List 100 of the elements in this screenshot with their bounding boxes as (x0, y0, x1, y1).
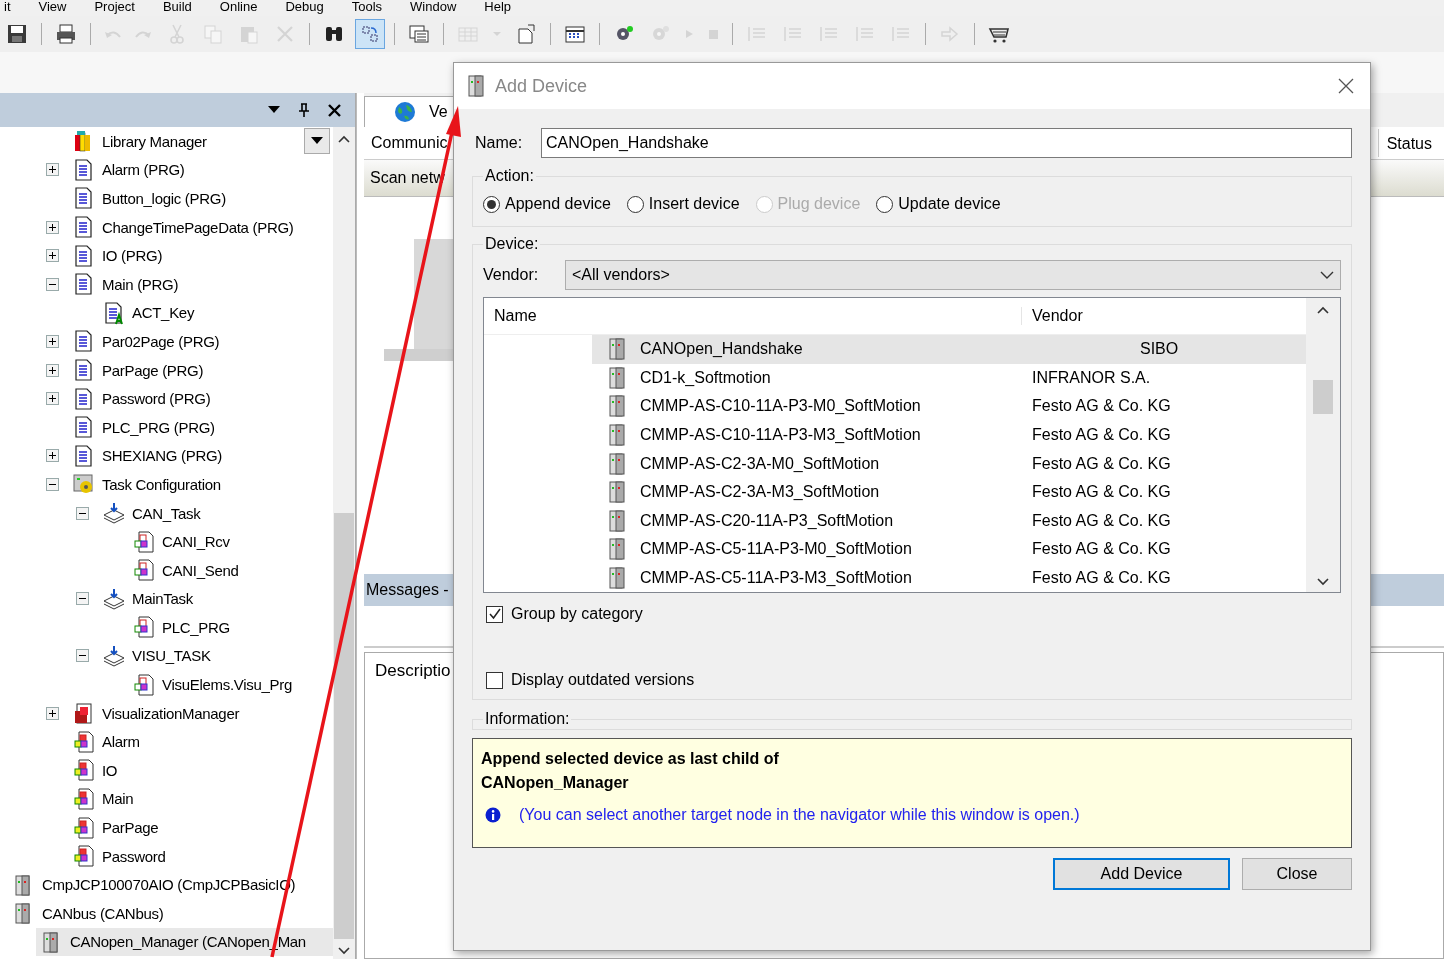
device-icon (467, 75, 487, 97)
tree-item[interactable]: Main (0, 784, 333, 814)
tree-item[interactable]: Alarm (PRG) (0, 155, 333, 185)
expander-icon[interactable] (46, 277, 59, 291)
expander-icon[interactable] (46, 449, 59, 463)
tree-item[interactable]: ChangeTimePageData (PRG) (0, 212, 333, 242)
scroll-thumb[interactable] (1313, 380, 1333, 414)
checkbox[interactable] (486, 671, 503, 689)
radio-option[interactable]: Update device (876, 195, 1001, 213)
expander-icon[interactable] (46, 249, 59, 263)
device-row[interactable]: CMMP-AS-C2-3A-M3_SoftMotion Festo AG & Co. KG (484, 477, 1306, 507)
radio-option[interactable]: Insert device (626, 195, 740, 213)
checkbox[interactable] (486, 605, 503, 623)
scroll-up-icon[interactable] (1317, 306, 1329, 314)
checkbox-option[interactable]: Display outdated versions (486, 671, 1341, 689)
close-button[interactable]: Close (1242, 858, 1352, 890)
expander-icon[interactable] (76, 592, 89, 606)
device-row[interactable]: CMMP-AS-C20-11A-P3_SoftMotion Festo AG & Co. KG (484, 506, 1306, 536)
tree-item[interactable]: Password (PRG) (0, 384, 333, 413)
table-cell-text: Festo AG & Co. KG (1031, 454, 1171, 473)
tree-item[interactable]: CANI_Rcv (0, 527, 333, 556)
device-row[interactable]: CMMP-AS-C2-3A-M0_SoftMotion Festo AG & Co. KG (484, 449, 1306, 478)
menu-item[interactable]: Online (219, 0, 258, 16)
tree-item[interactable]: Main (PRG) (0, 269, 333, 299)
menu-item[interactable]: Window (410, 0, 457, 16)
menu-item[interactable]: Debug (285, 0, 324, 16)
radio-button[interactable] (876, 195, 894, 213)
tree-item[interactable]: Par02Page (PRG) (0, 327, 333, 356)
page-icon (515, 23, 537, 45)
tree-item[interactable]: PLC_PRG (0, 613, 333, 642)
tree-item[interactable]: IO (PRG) (0, 241, 333, 270)
menu-item[interactable]: Project (94, 0, 135, 16)
dropdown-icon[interactable] (268, 106, 280, 114)
expander-icon[interactable] (46, 392, 59, 406)
expander-icon[interactable] (46, 477, 59, 491)
close-icon[interactable] (328, 103, 341, 117)
dropdown-button[interactable] (304, 128, 330, 154)
tree-item[interactable]: ParPage (PRG) (0, 355, 333, 385)
checkbox-option[interactable]: Group by category (486, 605, 1341, 623)
radio-option[interactable]: Append device (483, 195, 611, 213)
device-row[interactable]: CMMP-AS-C10-11A-P3-M3_SoftMotion Festo AG & Co. KG (484, 420, 1306, 450)
menu-item[interactable]: it (4, 0, 11, 16)
device-icon (608, 452, 628, 475)
scroll-down-icon[interactable] (338, 947, 350, 955)
tree-item[interactable]: SHEXIANG (PRG) (0, 441, 333, 471)
scroll-thumb[interactable] (334, 513, 354, 939)
block-icon (132, 672, 156, 697)
field-label: Vendor: (483, 266, 540, 284)
tree-item[interactable]: VisuElems.Visu_Prg (0, 670, 333, 699)
expander-icon[interactable] (46, 706, 59, 720)
expander-icon[interactable] (46, 334, 59, 348)
tree-item[interactable]: CANI_Send (0, 555, 333, 585)
tree-item[interactable]: CANbus (CANbus) (0, 899, 333, 928)
close-icon[interactable] (1338, 78, 1354, 94)
radio-button[interactable] (626, 195, 644, 213)
scrollbar[interactable] (1306, 298, 1340, 592)
menu-item[interactable]: Build (162, 0, 192, 16)
tree-item[interactable]: ParPage (0, 813, 333, 842)
tree-item[interactable]: CAN_Task (0, 498, 333, 528)
tree-item[interactable]: ACT_Key (0, 298, 333, 328)
expander-icon[interactable] (76, 506, 89, 520)
tree-item[interactable]: IO (0, 756, 333, 785)
replace-button[interactable] (355, 19, 385, 49)
block-icon (72, 844, 96, 869)
device-row[interactable]: CMMP-AS-C10-11A-P3-M0_SoftMotion Festo AG & Co. KG (484, 392, 1306, 421)
add-device-button[interactable]: Add Device (1053, 858, 1230, 890)
table-cell: CMMP-AS-C5-11A-P3-M3_SoftMotion (640, 569, 912, 588)
expander-icon[interactable] (46, 363, 59, 377)
device-row[interactable]: CD1-k_Softmotion INFRANOR S.A. (484, 363, 1306, 393)
menu-item[interactable]: Help (484, 0, 512, 16)
tree-item[interactable]: MainTask (0, 584, 333, 614)
expander-icon[interactable] (46, 163, 59, 177)
tree-item[interactable]: Alarm (0, 727, 333, 757)
tree-item[interactable]: Password (0, 841, 333, 871)
vendor-dropdown[interactable]: <All vendors> (565, 260, 1341, 290)
scroll-up-icon[interactable] (338, 135, 350, 143)
block-icon (72, 758, 96, 783)
name-field[interactable]: CANOpen_Handshake (541, 128, 1352, 158)
scroll-down-icon[interactable] (1317, 578, 1329, 586)
expander-icon[interactable] (76, 649, 89, 663)
table-cell: CMMP-AS-C10-11A-P3-M3_SoftMotion (640, 426, 921, 445)
scrollbar[interactable] (333, 127, 355, 959)
device-row[interactable]: CMMP-AS-C5-11A-P3-M3_SoftMotion Festo AG & Co. KG (484, 563, 1306, 593)
menu-item[interactable]: View (38, 0, 67, 16)
tree-item[interactable]: Button_logic (PRG) (0, 184, 333, 213)
menu-item[interactable]: Tools (351, 0, 383, 16)
caret-icon (493, 31, 501, 37)
tree-item[interactable]: Library Manager (0, 127, 333, 156)
column-header: Communic (371, 134, 448, 152)
tree-item[interactable]: VISU_TASK (0, 641, 333, 671)
redo-icon (135, 29, 152, 39)
tree-item[interactable]: Task Configuration (0, 470, 333, 499)
device-row[interactable]: CMMP-AS-C5-11A-P3-M0_SoftMotion Festo AG & Co. KG (484, 535, 1306, 564)
radio-button[interactable] (483, 195, 500, 213)
pin-icon[interactable] (298, 103, 310, 117)
tree-item[interactable]: PLC_PRG (PRG) (0, 412, 333, 442)
device-row[interactable]: CANOpen_Handshake SIBO (592, 335, 1306, 364)
group-label: Device: (484, 235, 540, 253)
expander-icon[interactable] (46, 220, 59, 234)
tree-item[interactable]: VisualizationManager (0, 698, 333, 728)
